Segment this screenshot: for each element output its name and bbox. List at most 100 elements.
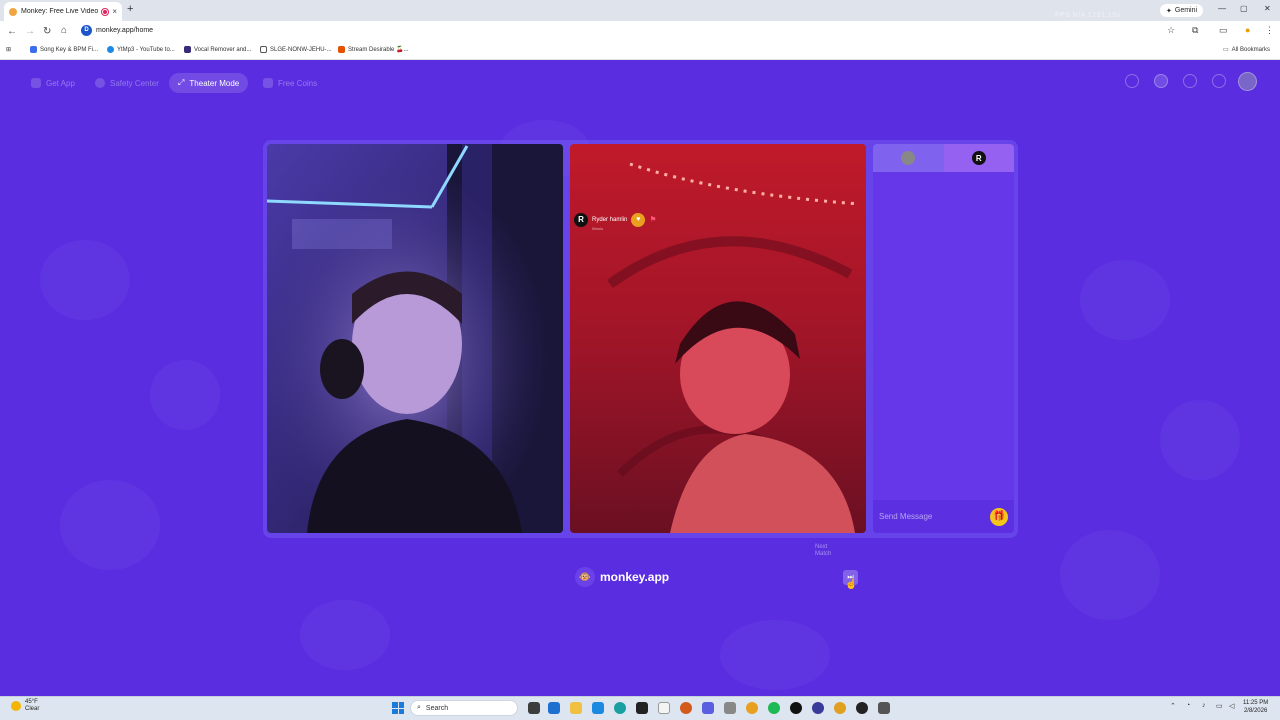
weather-text: 45°F Clear: [25, 699, 39, 712]
all-bookmarks-button[interactable]: ▭ All Bookmarks: [1223, 46, 1270, 54]
bookmark-item[interactable]: YtMp3 - YouTube to...: [107, 46, 175, 53]
bookmark-item[interactable]: Stream Desirable 🍒...: [338, 46, 409, 53]
history-icon[interactable]: [1183, 74, 1197, 88]
terminal-icon[interactable]: [636, 702, 648, 714]
decor-bubble: [1160, 400, 1240, 480]
new-tab-button[interactable]: +: [127, 3, 133, 15]
tab-title: Monkey: Free Live Video Ch: [21, 8, 99, 15]
decor-bubble: [1060, 530, 1160, 620]
minimize-button[interactable]: —: [1218, 4, 1226, 13]
extensions-icon[interactable]: ⧉: [1192, 25, 1198, 36]
heart-icon[interactable]: ♥: [631, 212, 646, 227]
notepad-icon[interactable]: [658, 702, 670, 714]
overlay-stats-text: FPS N/A 1231.15s: [1055, 12, 1121, 19]
bookmark-item[interactable]: Vocal Remover and...: [184, 46, 251, 53]
file-explorer-icon[interactable]: [570, 702, 582, 714]
media-player-icon[interactable]: [856, 702, 868, 714]
forward-button[interactable]: →: [25, 26, 35, 37]
free-coins-link[interactable]: Free Coins: [254, 73, 326, 93]
gift-button[interactable]: 🎁: [990, 507, 1008, 526]
spotify-icon[interactable]: [768, 702, 780, 714]
bookmark-label: Vocal Remover and...: [194, 46, 252, 53]
apps-grid-icon[interactable]: ⊞: [6, 46, 11, 53]
home-button[interactable]: ⌂: [61, 25, 67, 36]
microphone-icon[interactable]: ♪: [1202, 702, 1206, 709]
edge-icon[interactable]: [614, 702, 626, 714]
local-video-image: [267, 144, 563, 533]
close-window-button[interactable]: ✕: [1264, 4, 1271, 13]
bookmark-item[interactable]: Song Key & BPM Fi...: [30, 46, 98, 53]
app-icon[interactable]: [724, 702, 736, 714]
chat-panel: R Send Message 🎁: [873, 144, 1014, 533]
local-video-feed: [267, 144, 563, 533]
app-icon[interactable]: [680, 702, 692, 714]
teams-icon[interactable]: [702, 702, 714, 714]
user-avatar[interactable]: [1238, 72, 1257, 91]
peer-avatar-small: R: [971, 151, 986, 165]
peer-avatar-slot[interactable]: R: [943, 144, 1014, 172]
mouse-cursor-icon: ☝: [845, 579, 858, 590]
browser-tab[interactable]: Monkey: Free Live Video Ch ×: [4, 2, 122, 21]
weather-icon: [11, 700, 21, 711]
cast-icon[interactable]: ▭: [1219, 25, 1228, 36]
send-message-input[interactable]: Send Message: [879, 512, 990, 521]
taskbar-clock[interactable]: 11:25 PM 2/8/2026: [1243, 700, 1268, 716]
bookmark-favicon-icon: [338, 46, 345, 53]
store-icon[interactable]: [548, 702, 560, 714]
theater-mode-button[interactable]: ⤢ Theater Mode: [169, 73, 249, 93]
tray-app-icon[interactable]: ◔: [1186, 702, 1190, 709]
search-icon[interactable]: [1125, 74, 1139, 88]
theater-mode-label: Theater Mode: [189, 78, 240, 88]
chat-bubble-icon[interactable]: [1212, 74, 1226, 88]
chrome-icon[interactable]: [834, 702, 846, 714]
menu-icon[interactable]: ⋮: [1265, 25, 1274, 36]
maximize-button[interactable]: ▢: [1240, 4, 1248, 13]
remote-video-feed: [570, 144, 866, 533]
temperature: 45°F: [25, 699, 38, 705]
recording-indicator-icon: [102, 8, 109, 15]
app-icon[interactable]: [878, 702, 890, 714]
clock-time: 11:25 PM: [1243, 700, 1269, 706]
get-app-link[interactable]: Get App: [22, 73, 84, 93]
next-match-label: Next Match: [815, 544, 832, 558]
bookmark-favicon-icon: [107, 46, 114, 53]
bookmark-star-icon[interactable]: ☆: [1167, 25, 1175, 36]
bookmark-favicon-icon: [184, 46, 191, 53]
app-icon[interactable]: [746, 702, 758, 714]
search-placeholder: Search: [425, 704, 449, 712]
tab-close-icon[interactable]: ×: [112, 7, 117, 16]
back-button[interactable]: ←: [7, 26, 17, 37]
bookmark-label: Stream Desirable 🍒...: [348, 47, 409, 53]
profile-icon[interactable]: ●: [1245, 25, 1250, 35]
report-flag-icon[interactable]: ⚑: [649, 215, 656, 224]
app-icon[interactable]: [790, 702, 802, 714]
mail-icon[interactable]: [592, 702, 604, 714]
sparkle-icon: ✦: [1166, 7, 1172, 15]
task-view-icon[interactable]: [528, 702, 540, 714]
gemini-label: Gemini: [1174, 7, 1198, 14]
site-info-icon[interactable]: D: [81, 25, 92, 36]
self-avatar-slot[interactable]: [873, 144, 944, 172]
bookmark-label: Song Key & BPM Fi...: [40, 46, 99, 53]
bookmark-favicon-icon: [260, 46, 267, 53]
monkey-logo-icon: 🐵: [575, 567, 595, 587]
gemini-button[interactable]: ✦ Gemini: [1160, 4, 1204, 17]
free-coins-label: Free Coins: [278, 78, 318, 88]
shield-icon: [95, 78, 105, 88]
coin-balance-icon[interactable]: [1154, 74, 1168, 88]
volume-icon[interactable]: ◁: [1229, 702, 1234, 710]
taskbar-search[interactable]: ⌕ Search: [410, 700, 518, 716]
url-field[interactable]: monkey.app/home: [96, 27, 153, 34]
peer-info[interactable]: R Ryder hamlin Illinois ♥ ⚑: [574, 208, 657, 231]
reload-button[interactable]: ↻: [43, 26, 51, 37]
safety-center-link[interactable]: Safety Center: [86, 73, 168, 93]
start-button[interactable]: [392, 702, 404, 714]
monkey-favicon-icon: [9, 7, 17, 16]
tray-chevron-icon[interactable]: ⌃: [1170, 702, 1176, 710]
weather-widget[interactable]: 45°F Clear: [11, 699, 39, 712]
folder-icon: ▭: [1223, 47, 1229, 53]
network-icon[interactable]: ▭: [1216, 702, 1223, 710]
coins-icon: [263, 78, 273, 88]
app-icon[interactable]: [812, 702, 824, 714]
bookmark-item[interactable]: SLGE-NONW-JEHU-...: [260, 46, 332, 53]
